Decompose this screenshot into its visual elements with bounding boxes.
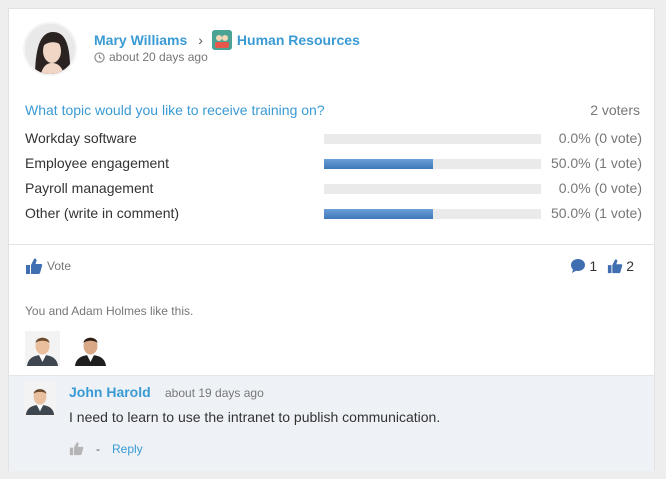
poll-option-result: 50.0% (1 vote): [550, 155, 642, 171]
poll-bar-fill: [324, 159, 433, 169]
poll-bar-track: [324, 184, 541, 194]
post-time-text: about 20 days ago: [109, 50, 208, 64]
poll-option[interactable]: Workday software 0.0% (0 vote): [25, 130, 642, 148]
comment-bubble-icon: [571, 259, 586, 273]
poll-bar-track: [324, 134, 541, 144]
poll-question[interactable]: What topic would you like to receive tra…: [25, 102, 325, 118]
poll-option-result: 0.0% (0 vote): [558, 130, 642, 146]
comment-author-avatar[interactable]: [24, 382, 56, 416]
like-count-text: 2: [626, 258, 634, 274]
comment-count-text: 1: [589, 258, 598, 274]
thumbs-up-icon: [608, 259, 623, 274]
comment-actions: - Reply: [69, 441, 143, 456]
poll-bar-fill: [324, 209, 433, 219]
comment-author-name[interactable]: John Harold: [69, 384, 151, 400]
poll-option-result: 0.0% (0 vote): [558, 180, 642, 196]
comment-text: I need to learn to use the intranet to p…: [69, 409, 441, 425]
divider: [9, 244, 654, 245]
poll-option[interactable]: Other (write in comment) 50.0% (1 vote): [25, 205, 642, 223]
group-name[interactable]: Human Resources: [237, 32, 360, 48]
post-timestamp: about 20 days ago: [94, 50, 208, 64]
like-count[interactable]: 2: [607, 258, 634, 274]
poll-option-result: 50.0% (1 vote): [550, 205, 642, 221]
post-stats: 1 2: [560, 258, 634, 274]
breadcrumb-chevron-icon: ›: [198, 32, 203, 48]
poll-bar-track: [324, 159, 541, 169]
likes-summary: You and Adam Holmes like this.: [25, 304, 194, 318]
post-card: Mary Williams › Human Resources about 20…: [8, 8, 655, 471]
poll-voter-count: 2 voters: [590, 102, 640, 118]
poll-option-label: Employee engagement: [25, 155, 169, 171]
liker-avatar[interactable]: [73, 331, 108, 366]
poll-bar-track: [324, 209, 541, 219]
group-avatar-icon: [211, 30, 232, 50]
poll-option-label: Other (write in comment): [25, 205, 180, 221]
comment-count[interactable]: 1: [570, 258, 597, 274]
author-name[interactable]: Mary Williams: [94, 32, 187, 48]
thumbs-up-icon: [26, 258, 43, 274]
comment: John Harold about 19 days ago I need to …: [9, 375, 654, 471]
poll-option[interactable]: Payroll management 0.0% (0 vote): [25, 180, 642, 198]
liker-avatar[interactable]: [25, 331, 60, 366]
poll-option[interactable]: Employee engagement 50.0% (1 vote): [25, 155, 642, 173]
poll-option-label: Workday software: [25, 130, 137, 146]
reply-link[interactable]: Reply: [112, 442, 143, 456]
comment-timestamp: about 19 days ago: [165, 386, 264, 400]
poll-option-label: Payroll management: [25, 180, 154, 196]
thumbs-up-icon[interactable]: [69, 441, 84, 456]
clock-icon: [94, 51, 105, 63]
vote-button[interactable]: Vote: [25, 257, 71, 275]
vote-label: Vote: [47, 259, 72, 273]
comment-like-count: -: [96, 441, 100, 456]
post-header: Mary Williams › Human Resources: [94, 30, 360, 50]
author-avatar[interactable]: [23, 22, 77, 76]
